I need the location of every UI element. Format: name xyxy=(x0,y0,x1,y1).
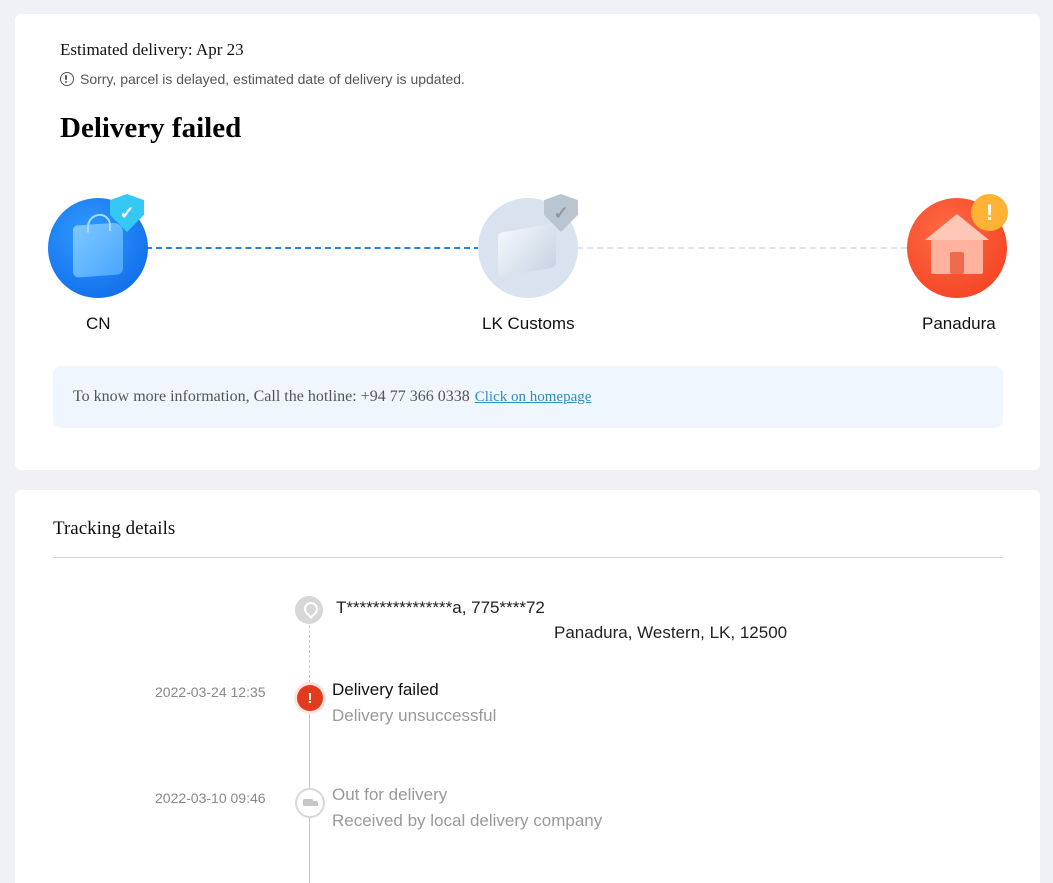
route-label-cn: CN xyxy=(86,314,111,333)
route-label-destination: Panadura xyxy=(922,314,996,333)
event-title: Out for delivery xyxy=(332,785,448,804)
alert-icon: ! xyxy=(971,194,1008,231)
alert-icon: ! xyxy=(297,685,323,711)
route-line-completed xyxy=(146,247,480,249)
divider xyxy=(53,557,1003,558)
hotline-text: To know more information, Call the hotli… xyxy=(73,388,470,405)
route-label-customs: LK Customs xyxy=(482,314,575,333)
event-title: Delivery failed xyxy=(332,680,439,699)
event-time: 2022-03-24 12:35 xyxy=(155,684,266,700)
delivery-summary-card: Estimated delivery: Apr 23 Sorry, parcel… xyxy=(15,14,1040,470)
homepage-link[interactable]: Click on homepage xyxy=(475,389,592,406)
route-progress: ✓ CN ✓ LK Customs ! Panadura xyxy=(15,14,1040,354)
route-line-pending xyxy=(577,247,907,249)
location-pin-icon xyxy=(295,596,323,624)
event-subtitle: Delivery unsuccessful xyxy=(332,706,497,725)
event-time: 2022-03-10 09:46 xyxy=(155,790,266,806)
recipient-line: T****************a, 775****72 xyxy=(336,598,545,617)
address-line: Panadura, Western, LK, 12500 xyxy=(554,623,788,642)
truck-icon xyxy=(295,788,325,818)
tracking-title: Tracking details xyxy=(53,518,176,539)
hotline-banner: To know more information, Call the hotli… xyxy=(53,366,1003,428)
shopping-bag-icon xyxy=(73,222,123,278)
event-subtitle: Received by local delivery company xyxy=(332,811,603,830)
parcel-box-icon xyxy=(498,222,556,278)
house-icon xyxy=(925,214,989,274)
tracking-details-card: Tracking details T****************a, 775… xyxy=(15,490,1040,883)
